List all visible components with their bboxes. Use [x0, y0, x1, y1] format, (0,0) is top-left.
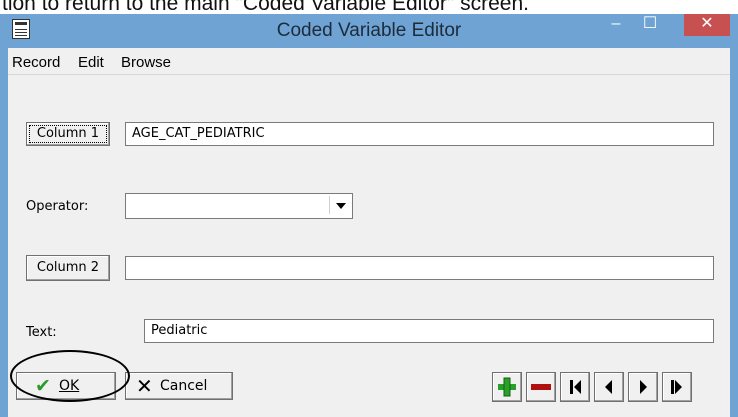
title-bar: Coded Variable Editor – ☐ ✕	[8, 14, 730, 48]
first-record-button[interactable]	[560, 372, 590, 402]
column2-input[interactable]	[125, 256, 714, 280]
text-label: Text:	[26, 325, 57, 340]
next-record-icon	[640, 380, 647, 394]
cancel-button[interactable]: ✕ Cancel	[125, 372, 233, 400]
operator-label: Operator:	[26, 199, 89, 214]
menu-edit[interactable]: Edit	[78, 54, 104, 71]
column1-button[interactable]: Column 1	[26, 122, 110, 146]
ok-label: OK	[59, 378, 80, 394]
next-record-button[interactable]	[628, 372, 658, 402]
previous-record-button[interactable]	[594, 372, 624, 402]
close-button[interactable]: ✕	[684, 14, 730, 36]
chevron-down-icon[interactable]	[329, 196, 350, 214]
coded-variable-editor-window: Coded Variable Editor – ☐ ✕ Record Edit …	[0, 14, 738, 417]
last-record-button[interactable]	[662, 372, 692, 402]
close-icon: ✕	[136, 376, 153, 398]
delete-record-button[interactable]	[526, 372, 556, 402]
maximize-button[interactable]: ☐	[636, 14, 664, 36]
previous-record-icon	[605, 380, 612, 394]
checkmark-icon: ✔	[35, 376, 51, 397]
editor-content: Column 1 AGE_CAT_PEDIATRIC Operator: Col…	[8, 75, 730, 417]
last-record-icon	[671, 380, 682, 394]
column2-button[interactable]: Column 2	[26, 255, 110, 281]
menu-browse[interactable]: Browse	[121, 54, 171, 71]
minimize-button[interactable]: –	[602, 14, 630, 36]
text-input[interactable]: Pediatric	[144, 319, 714, 343]
minus-icon	[531, 384, 551, 390]
operator-select[interactable]	[125, 193, 353, 219]
ok-button[interactable]: ✔ OK	[16, 372, 116, 400]
menu-bar: Record Edit Browse	[8, 48, 730, 75]
first-record-icon	[570, 380, 581, 394]
menu-record[interactable]: Record	[12, 54, 60, 71]
plus-icon	[498, 377, 516, 397]
cancel-label: Cancel	[160, 378, 208, 394]
add-record-button[interactable]	[492, 372, 522, 402]
column1-input[interactable]: AGE_CAT_PEDIATRIC	[125, 122, 714, 146]
